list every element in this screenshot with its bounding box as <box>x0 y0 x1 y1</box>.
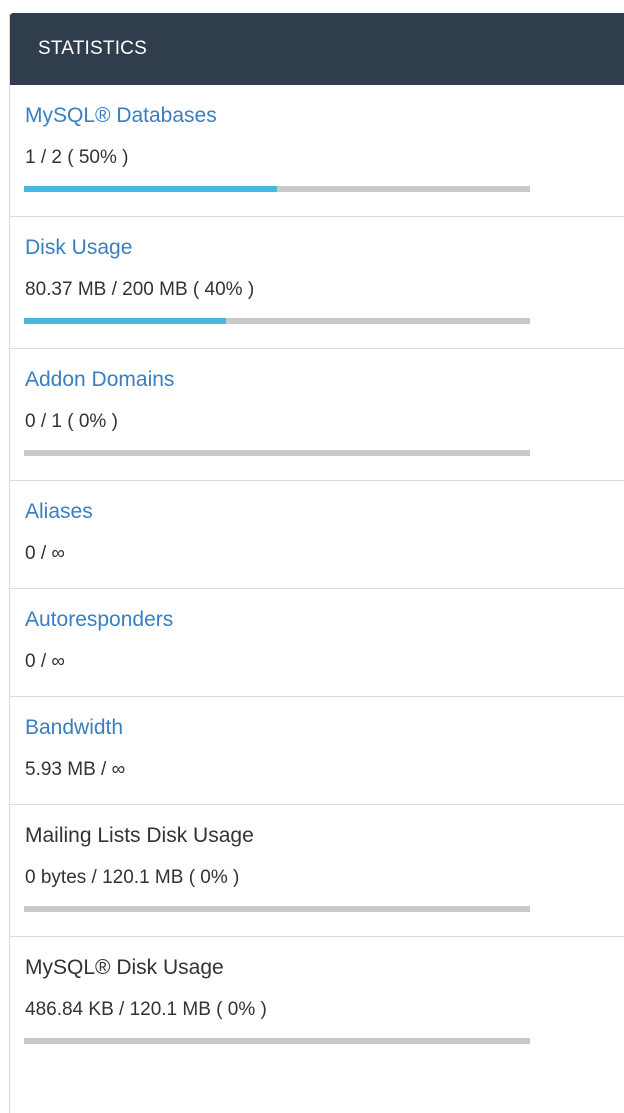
statistics-panel: STATISTICS MySQL® Databases 1 / 2 ( 50% … <box>9 13 624 1113</box>
stat-item-disk-usage: Disk Usage 80.37 MB / 200 MB ( 40% ) <box>10 217 624 349</box>
stat-value: 486.84 KB / 120.1 MB ( 0% ) <box>25 999 267 1020</box>
usage-progress-bar <box>24 906 530 912</box>
stat-item-autoresponders: Autoresponders 0 / ∞ <box>10 589 624 697</box>
stat-item-mysql-disk-usage: MySQL® Disk Usage 486.84 KB / 120.1 MB (… <box>10 937 624 1069</box>
stat-value: 5.93 MB / ∞ <box>25 759 126 780</box>
stat-title-link[interactable]: Bandwidth <box>25 715 123 741</box>
usage-progress-fill <box>24 186 277 192</box>
usage-progress-bar <box>24 1038 530 1044</box>
stat-value: 0 / ∞ <box>25 651 65 672</box>
stat-item-bandwidth: Bandwidth 5.93 MB / ∞ <box>10 697 624 805</box>
stat-value: 0 / 1 ( 0% ) <box>25 411 118 432</box>
stat-title: Mailing Lists Disk Usage <box>25 824 254 847</box>
stat-value: 1 / 2 ( 50% ) <box>25 147 129 168</box>
stat-title-link[interactable]: Autoresponders <box>25 607 173 633</box>
stat-item-addon-domains: Addon Domains 0 / 1 ( 0% ) <box>10 349 624 481</box>
usage-progress-bar <box>24 186 530 192</box>
stat-value: 0 bytes / 120.1 MB ( 0% ) <box>25 867 240 888</box>
stat-value: 80.37 MB / 200 MB ( 40% ) <box>25 279 255 300</box>
panel-header: STATISTICS <box>10 13 624 85</box>
stat-title-link[interactable]: Disk Usage <box>25 235 132 261</box>
stat-item-mailing-lists-disk-usage: Mailing Lists Disk Usage 0 bytes / 120.1… <box>10 805 624 937</box>
usage-progress-bar <box>24 318 530 324</box>
usage-progress-fill <box>24 318 227 324</box>
stat-item-aliases: Aliases 0 / ∞ <box>10 481 624 589</box>
stat-title: MySQL® Disk Usage <box>25 956 224 979</box>
usage-progress-bar <box>24 450 530 456</box>
stat-title-link[interactable]: Aliases <box>25 499 93 525</box>
stat-title-link[interactable]: Addon Domains <box>25 367 174 393</box>
panel-title: STATISTICS <box>38 38 147 59</box>
stat-item-mysql-databases: MySQL® Databases 1 / 2 ( 50% ) <box>10 85 624 217</box>
stat-value: 0 / ∞ <box>25 543 65 564</box>
stat-title-link[interactable]: MySQL® Databases <box>25 103 217 129</box>
